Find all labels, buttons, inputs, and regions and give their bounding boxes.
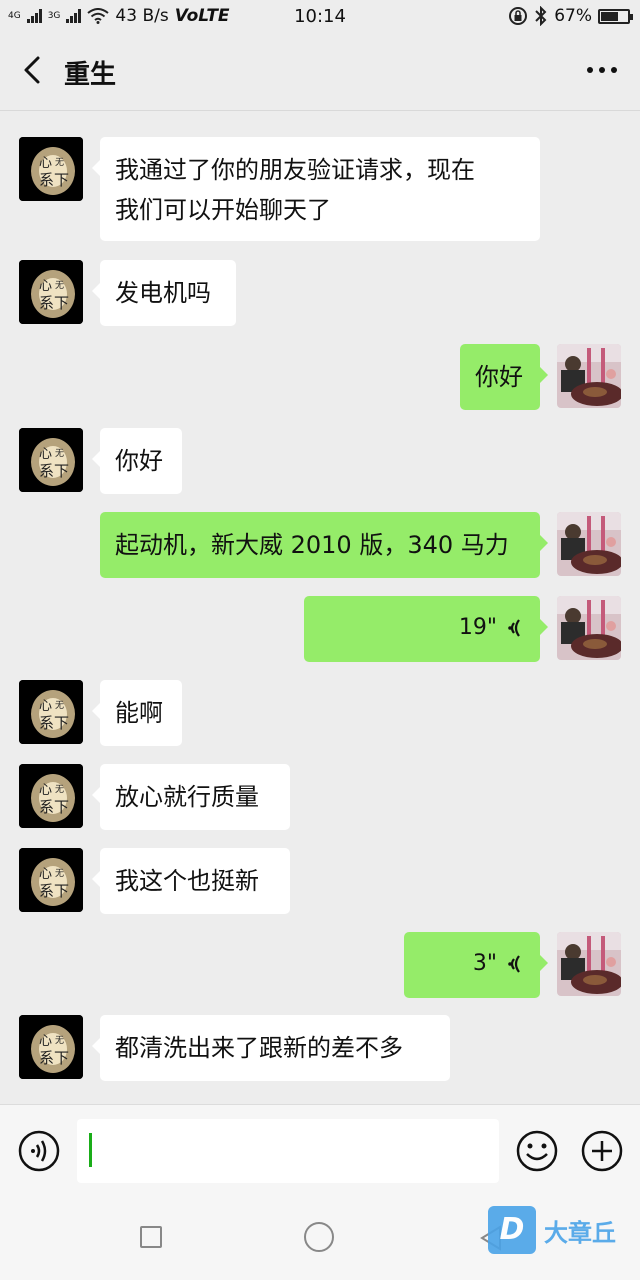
message-text: 我们可以开始聊天了 (115, 196, 331, 224)
contact-avatar[interactable]: 心无系下 (19, 764, 83, 828)
contact-avatar[interactable]: 心无系下 (19, 137, 83, 201)
svg-text:心: 心 (39, 699, 52, 714)
message-bubble[interactable]: 起动机，新大威 2010 版，340 马力 (100, 512, 548, 578)
message-bubble[interactable]: 放心就行质量 (92, 764, 290, 830)
my-avatar[interactable] (557, 512, 621, 576)
chevron-left-icon[interactable] (14, 50, 54, 90)
recent-apps-button[interactable] (140, 1226, 162, 1248)
voice-duration: 19" (458, 615, 497, 640)
svg-text:心: 心 (39, 783, 52, 798)
svg-text:系下: 系下 (39, 462, 69, 480)
watermark-text: 大章丘 (544, 1218, 616, 1247)
message-bubble[interactable]: 我这个也挺新 (92, 848, 290, 914)
battery-fill (601, 11, 619, 21)
svg-text:系下: 系下 (39, 171, 69, 189)
battery-icon (598, 8, 633, 24)
message-bubble[interactable]: 你好 (92, 428, 182, 494)
chat-title: 重生 (64, 60, 117, 90)
rotation-lock-icon (509, 7, 528, 25)
message-text: 放心就行质量 (115, 783, 259, 811)
svg-text:心: 心 (39, 279, 52, 294)
battery-percent: 67% (554, 6, 592, 26)
watermark-logo: D (488, 1206, 536, 1254)
svg-text:心: 心 (39, 1034, 52, 1049)
svg-text:无: 无 (55, 784, 64, 795)
message-text: 都清洗出来了跟新的差不多 (115, 1034, 403, 1062)
message-text: 起动机，新大威 2010 版，340 马力 (115, 531, 509, 559)
message-bubble[interactable]: 我通过了你的朋友验证请求，现在 我们可以开始聊天了 (92, 137, 540, 241)
voice-wave-icon (508, 955, 520, 973)
system-nav-bar: D 大章丘 (0, 1192, 640, 1280)
contact-avatar[interactable]: 心无系下 (19, 1015, 83, 1079)
svg-text:心: 心 (39, 156, 52, 171)
bluetooth-icon (535, 6, 547, 26)
svg-text:心: 心 (39, 447, 52, 462)
message-text: 能啊 (115, 699, 163, 727)
svg-text:无: 无 (55, 1035, 64, 1046)
more-dots-icon[interactable] (582, 56, 622, 84)
status-bar: 4G 3G 43 B/s VoLTE 10:14 67% (0, 0, 640, 34)
emoji-icon[interactable] (515, 1129, 559, 1173)
contact-avatar[interactable]: 心无系下 (19, 428, 83, 492)
voice-wave-icon (508, 619, 520, 637)
message-text: 我这个也挺新 (115, 867, 259, 895)
status-right: 67% (508, 6, 633, 26)
home-button[interactable] (304, 1222, 334, 1252)
svg-text:无: 无 (55, 157, 64, 168)
text-cursor (89, 1133, 92, 1167)
voice-message-bubble[interactable]: 3" (404, 932, 548, 998)
input-bar (0, 1104, 640, 1193)
svg-text:系下: 系下 (39, 798, 69, 816)
voice-message-bubble[interactable]: 19" (304, 596, 548, 662)
my-avatar[interactable] (557, 932, 621, 996)
svg-text:无: 无 (55, 280, 64, 291)
svg-text:心: 心 (39, 867, 52, 882)
svg-text:系下: 系下 (39, 1049, 69, 1067)
chat-header: 重生 (0, 34, 640, 111)
my-avatar[interactable] (557, 344, 621, 408)
message-bubble[interactable]: 发电机吗 (92, 260, 236, 326)
voice-mode-icon[interactable] (17, 1129, 61, 1173)
message-input[interactable] (77, 1119, 499, 1183)
message-text: 我通过了你的朋友验证请求，现在 (115, 156, 475, 184)
svg-text:无: 无 (55, 700, 64, 711)
plus-icon[interactable] (580, 1129, 624, 1173)
svg-text:系下: 系下 (39, 714, 69, 732)
watermark: D 大章丘 (488, 1206, 616, 1254)
my-avatar[interactable] (557, 596, 621, 660)
message-text: 发电机吗 (115, 279, 211, 307)
contact-avatar[interactable]: 心无系下 (19, 680, 83, 744)
message-bubble[interactable]: 都清洗出来了跟新的差不多 (92, 1015, 450, 1081)
contact-avatar[interactable]: 心无系下 (19, 260, 83, 324)
message-text: 你好 (475, 363, 523, 391)
svg-text:无: 无 (55, 448, 64, 459)
contact-avatar[interactable]: 心无系下 (19, 848, 83, 912)
message-bubble[interactable]: 你好 (460, 344, 548, 410)
svg-text:无: 无 (55, 868, 64, 879)
svg-text:系下: 系下 (39, 294, 69, 312)
svg-text:系下: 系下 (39, 882, 69, 900)
message-text: 你好 (115, 447, 163, 475)
message-bubble[interactable]: 能啊 (92, 680, 182, 746)
voice-duration: 3" (472, 951, 497, 976)
